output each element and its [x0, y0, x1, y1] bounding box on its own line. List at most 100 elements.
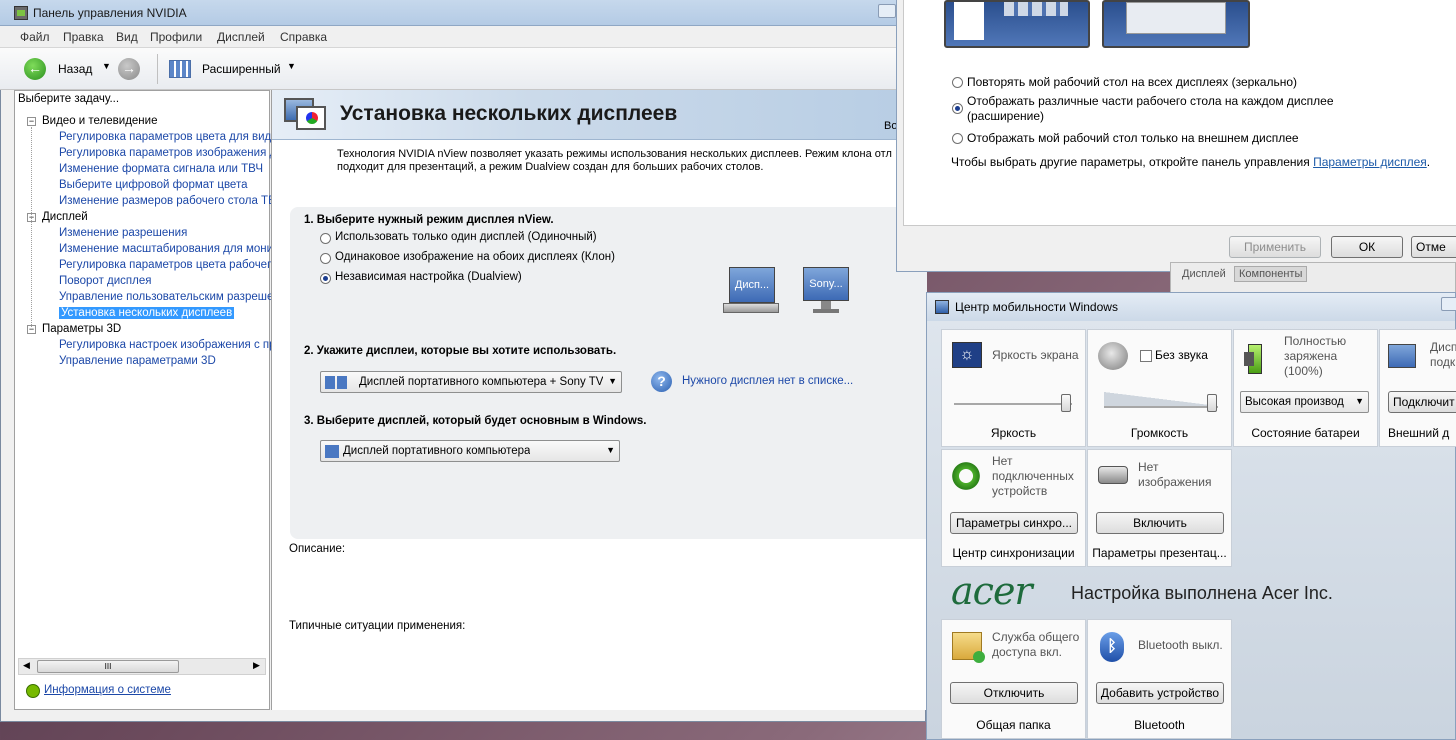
- help-icon: ?: [651, 371, 672, 392]
- tree-category-video[interactable]: Видео и телевидение: [42, 115, 157, 127]
- tree-item-resolution[interactable]: Изменение разрешения: [59, 227, 187, 239]
- radio-clone[interactable]: [320, 253, 331, 264]
- displays-combo[interactable]: Дисплей портативного компьютера + Sony T…: [320, 371, 622, 393]
- scroll-left-icon[interactable]: ◀: [23, 660, 30, 671]
- speaker-icon: [1098, 342, 1128, 370]
- forward-arrow-icon[interactable]: →: [118, 58, 140, 80]
- tree-category-3d[interactable]: Параметры 3D: [42, 323, 121, 335]
- mute-checkbox[interactable]: [1140, 350, 1152, 362]
- tree-item-custom-resolution[interactable]: Управление пользовательским разреше: [59, 291, 273, 303]
- hint-line: Чтобы выбрать другие параметры, откройте…: [951, 155, 1430, 169]
- sharing-status-1: Служба общего: [992, 630, 1080, 644]
- projector-icon: [1098, 466, 1128, 484]
- tree-item-multi-display[interactable]: Установка нескольких дисплеев: [59, 307, 235, 319]
- brightness-slider[interactable]: [1061, 394, 1072, 412]
- presentation-enable-button[interactable]: Включить: [1096, 512, 1224, 534]
- sharing-disable-button[interactable]: Отключить: [950, 682, 1078, 704]
- cancel-button[interactable]: Отме: [1411, 236, 1456, 258]
- tree-item-video-color[interactable]: Регулировка параметров цвета для вид: [59, 131, 271, 143]
- connect-display-button[interactable]: Подключит: [1388, 391, 1456, 413]
- layout-preview-extend[interactable]: [1102, 0, 1250, 48]
- step3-title: 3. Выберите дисплей, который будет основ…: [304, 415, 647, 427]
- tree-item-3d-manage[interactable]: Управление параметрами 3D: [59, 355, 216, 367]
- primary-display-value: Дисплей портативного компьютера: [343, 445, 531, 457]
- back-history-dropdown-icon[interactable]: ▼: [102, 61, 111, 71]
- tree-category-display[interactable]: Дисплей: [42, 211, 88, 223]
- missing-display-link[interactable]: Нужного дисплея нет в списке...: [682, 375, 853, 387]
- radio-dualview-label[interactable]: Независимая настройка (Dualview): [335, 271, 522, 283]
- menu-display[interactable]: Дисплей: [217, 30, 265, 44]
- step1-title: 1. Выберите нужный режим дисплея nView.: [304, 214, 554, 226]
- bluetooth-status: Bluetooth выкл.: [1138, 638, 1223, 652]
- radio-clone-label[interactable]: Одинаковое изображение на обоих дисплеях…: [335, 251, 615, 263]
- tree-item-video-image[interactable]: Регулировка параметров изображения д: [59, 147, 276, 159]
- menu-file[interactable]: Файл: [20, 30, 50, 44]
- view-grid-icon[interactable]: [169, 60, 191, 78]
- tree-item-digital-color[interactable]: Выберите цифровой формат цвета: [59, 179, 247, 191]
- radio-extend-label[interactable]: Отображать различные части рабочего стол…: [967, 94, 1367, 124]
- sharing-status-2: доступа вкл.: [992, 645, 1062, 659]
- radio-extend[interactable]: [952, 103, 963, 114]
- typical-usage-label: Типичные ситуации применения:: [289, 620, 466, 632]
- tree-item-hdtv-size[interactable]: Изменение размеров рабочего стола ТВЧ: [59, 195, 283, 207]
- tree-item-scaling[interactable]: Изменение масштабирования для монито: [59, 243, 285, 255]
- radio-external-label[interactable]: Отображать мой рабочий стол только на вн…: [967, 131, 1299, 145]
- power-plan-combo[interactable]: Высокая производ ▼: [1240, 391, 1369, 413]
- collapse-video-icon[interactable]: −: [27, 117, 36, 126]
- radio-single[interactable]: [320, 233, 331, 244]
- back-arrow-icon[interactable]: ←: [24, 58, 46, 80]
- menu-help[interactable]: Справка: [280, 30, 327, 44]
- radio-dualview[interactable]: [320, 273, 331, 284]
- ok-button[interactable]: ОК: [1331, 236, 1403, 258]
- menu-profiles[interactable]: Профили: [150, 30, 202, 44]
- bluetooth-icon: ᛒ: [1100, 632, 1124, 662]
- display-settings-link[interactable]: Параметры дисплея: [1313, 155, 1427, 169]
- tree-item-rotate[interactable]: Поворот дисплея: [59, 275, 151, 287]
- nvidia-app-icon: [14, 6, 28, 20]
- radio-external[interactable]: [952, 133, 963, 144]
- system-info-link[interactable]: Информация о системе: [44, 684, 171, 696]
- layout-preview-duplicate[interactable]: [944, 0, 1090, 48]
- presentation-caption: Параметры презентац...: [1092, 546, 1227, 560]
- tile-volume: Без звука Громкость: [1087, 329, 1232, 447]
- bg-tab-display[interactable]: Дисплей: [1182, 268, 1226, 280]
- bg-tab-components[interactable]: Компоненты: [1234, 266, 1308, 282]
- oem-label: Настройка выполнена Acer Inc.: [1071, 583, 1333, 603]
- power-plan-value: Высокая производ: [1245, 396, 1344, 408]
- laptop-display-icon: [325, 445, 339, 458]
- horizontal-scrollbar[interactable]: ◀ III ▶: [18, 658, 266, 675]
- tile-external-display: Дисп подк Подключит Внешний д: [1379, 329, 1456, 447]
- menu-view[interactable]: Вид: [116, 30, 138, 44]
- primary-display-combo[interactable]: Дисплей портативного компьютера ▼: [320, 440, 620, 462]
- toolbar-separator: [157, 54, 158, 84]
- mute-label[interactable]: Без звука: [1155, 348, 1208, 363]
- menu-edit[interactable]: Правка: [63, 30, 104, 44]
- radio-mirror-label[interactable]: Повторять мой рабочий стол на всех диспл…: [967, 75, 1297, 89]
- view-mode-dropdown-icon[interactable]: ▼: [287, 61, 296, 71]
- scroll-thumb[interactable]: III: [37, 660, 179, 673]
- monitor-laptop-icon[interactable]: Дисп...: [723, 267, 779, 315]
- view-mode-label[interactable]: Расширенный: [202, 62, 281, 76]
- scroll-right-icon[interactable]: ▶: [253, 660, 260, 671]
- add-device-button[interactable]: Добавить устройство: [1096, 682, 1224, 704]
- apply-button[interactable]: Применить: [1229, 236, 1321, 258]
- sync-status-1: Нет: [992, 454, 1013, 468]
- tile-sync-center: Нет подключенных устройств Параметры син…: [941, 449, 1086, 567]
- description-line-2: подходит для презентаций, а режим Dualvi…: [337, 161, 764, 173]
- tree-item-signal-format[interactable]: Изменение формата сигнала или ТВЧ: [59, 163, 263, 175]
- mobility-title-bar: Центр мобильности Windows: [927, 293, 1456, 321]
- tree-item-3d-preview[interactable]: Регулировка настроек изображения с пр: [59, 339, 276, 351]
- radio-mirror[interactable]: [952, 77, 963, 88]
- sync-settings-button[interactable]: Параметры синхро...: [950, 512, 1078, 534]
- chevron-down-icon: ▼: [608, 376, 617, 386]
- back-button-label[interactable]: Назад: [58, 62, 92, 76]
- radio-single-label[interactable]: Использовать только один дисплей (Одиноч…: [335, 231, 597, 243]
- tree-item-desktop-color[interactable]: Регулировка параметров цвета рабочег: [59, 259, 271, 271]
- monitor-laptop-label: Дисп...: [729, 267, 775, 303]
- monitor-sony-icon[interactable]: Sony...: [803, 267, 851, 315]
- bluetooth-caption: Bluetooth: [1134, 718, 1185, 732]
- step2-title: 2. Укажите дисплеи, которые вы хотите ис…: [304, 345, 617, 357]
- minimize-button[interactable]: [878, 4, 896, 18]
- mobility-minimize-button[interactable]: [1441, 297, 1456, 311]
- volume-slider[interactable]: [1207, 394, 1218, 412]
